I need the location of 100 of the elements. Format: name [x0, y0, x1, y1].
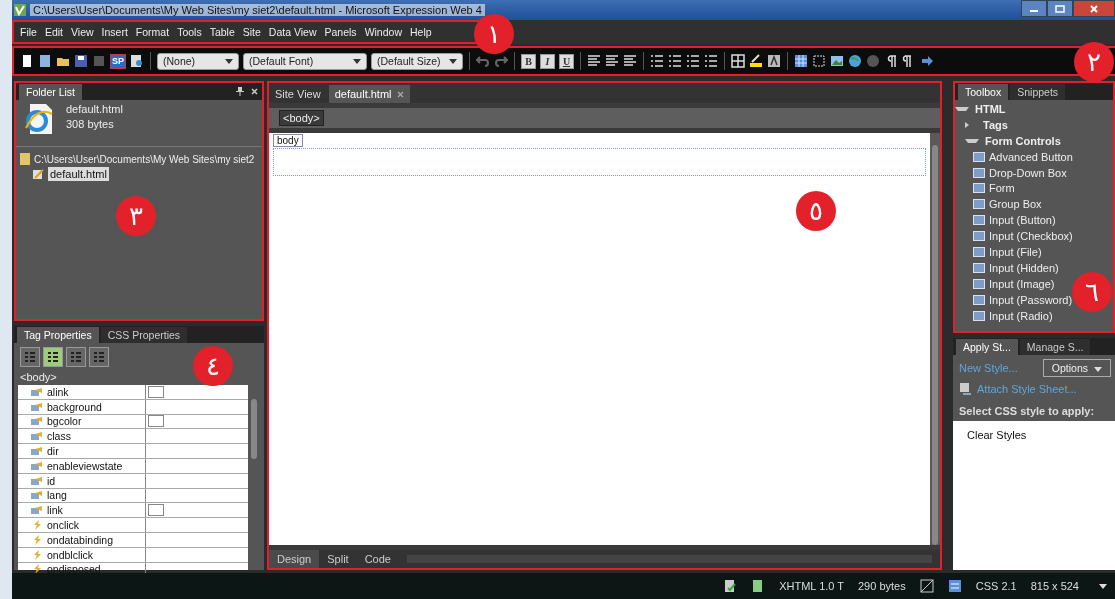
redo-icon[interactable]	[494, 54, 508, 68]
menu-item[interactable]: Insert	[97, 26, 132, 38]
breadcrumb-tag[interactable]: <body>	[279, 110, 324, 126]
font-dropdown[interactable]: (Default Font)	[243, 52, 367, 70]
panel-tab[interactable]: Folder List	[19, 84, 83, 100]
view-tab[interactable]: Design	[269, 550, 320, 568]
property-row[interactable]: lang	[18, 488, 248, 504]
list-icon[interactable]	[650, 54, 664, 68]
menu-item[interactable]: Tools	[173, 26, 206, 38]
property-row[interactable]: class	[18, 429, 248, 445]
tree-item[interactable]: Form Controls	[985, 134, 1061, 147]
expander-icon[interactable]	[955, 106, 969, 111]
menu-item[interactable]: Panels	[320, 26, 361, 38]
page-icon[interactable]	[38, 54, 52, 68]
panel-tab[interactable]: Toolbox	[958, 84, 1009, 100]
menu-item[interactable]: Help	[406, 26, 436, 38]
property-row[interactable]: link	[18, 503, 248, 519]
file-tree-item[interactable]: default.html	[48, 167, 109, 181]
menu-item[interactable]: Site	[238, 26, 265, 38]
style-item[interactable]: Clear Styles	[967, 429, 1027, 441]
toolbox-item[interactable]: Input (Button)	[989, 214, 1056, 227]
panel-tab[interactable]: Snippets	[1010, 84, 1066, 100]
close-button[interactable]	[1073, 0, 1115, 17]
panel-tab[interactable]: Apply St...	[956, 339, 1018, 355]
align-icon[interactable]	[605, 54, 619, 68]
property-row[interactable]: onclick	[18, 518, 248, 533]
menu-item[interactable]: View	[67, 26, 98, 38]
menu-item[interactable]: Data View	[264, 26, 321, 38]
border-icon[interactable]	[731, 54, 745, 68]
new-page-icon[interactable]	[20, 54, 34, 68]
toolbox-item[interactable]: Input (Checkbox)	[989, 230, 1073, 243]
tree-item[interactable]: Tags	[983, 118, 1008, 131]
panel-tab[interactable]: Tag Properties	[17, 327, 99, 343]
property-row[interactable]: ondblclick	[18, 547, 248, 563]
table-icon[interactable]	[794, 54, 808, 68]
document-tab[interactable]: Site View	[269, 85, 327, 103]
view-toggle-button[interactable]	[89, 347, 109, 367]
arrow-icon[interactable]	[920, 54, 934, 68]
document-tab[interactable]: default.html	[328, 85, 410, 103]
property-row[interactable]: enableviewstate	[18, 459, 248, 474]
color-swatch[interactable]	[148, 415, 164, 428]
font-color-icon[interactable]	[767, 54, 781, 68]
toolbox-item[interactable]: Input (Hidden)	[989, 261, 1059, 274]
format-button[interactable]: I	[540, 53, 555, 69]
property-row[interactable]: alink	[18, 385, 248, 400]
close-icon[interactable]	[251, 88, 258, 95]
page-check-icon[interactable]	[723, 579, 738, 593]
property-row[interactable]: id	[18, 473, 248, 489]
list-icon[interactable]	[686, 54, 700, 68]
view-toggle-button[interactable]	[43, 347, 63, 367]
globe-icon[interactable]	[848, 54, 862, 68]
menu-item[interactable]: Format	[131, 26, 174, 38]
tree-item[interactable]: HTML	[975, 102, 1006, 115]
property-row[interactable]: dir	[18, 444, 248, 459]
style-dropdown[interactable]: (None)	[157, 52, 239, 70]
color-swatch[interactable]	[148, 385, 164, 398]
toolbox-item[interactable]: Input (File)	[989, 245, 1042, 258]
toolbox-item[interactable]: Form	[989, 182, 1015, 195]
panel-tab[interactable]: Manage S...	[1019, 339, 1091, 355]
minimize-button[interactable]	[1021, 0, 1047, 17]
toolbox-item[interactable]: Drop-Down Box	[989, 166, 1067, 179]
doctype-label[interactable]: XHTML 1.0 T	[779, 580, 844, 592]
list-icon[interactable]	[704, 54, 718, 68]
scrollbar[interactable]	[930, 133, 940, 545]
sp-button[interactable]: SP	[110, 53, 126, 69]
format-button[interactable]: B	[521, 53, 536, 69]
layout-icon[interactable]	[919, 579, 934, 593]
panel-tab[interactable]: CSS Properties	[100, 327, 188, 343]
toolbox-item[interactable]: Input (Password)	[989, 293, 1073, 306]
caret-icon[interactable]	[1099, 583, 1107, 589]
view-tab[interactable]: Split	[319, 550, 357, 568]
align-icon[interactable]	[587, 54, 601, 68]
toolbox-item[interactable]: Group Box	[989, 198, 1042, 211]
view-toggle-button[interactable]	[66, 347, 86, 367]
property-row[interactable]: ondatabinding	[18, 532, 248, 548]
image-icon[interactable]	[830, 54, 844, 68]
view-tab[interactable]: Code	[356, 550, 399, 568]
preview-icon[interactable]	[130, 54, 144, 68]
view-toggle-button[interactable]	[20, 347, 40, 367]
toolbox-item[interactable]: Input (Radio)	[989, 309, 1053, 322]
toolbox-item[interactable]: Advanced Button	[989, 150, 1073, 163]
form-icon[interactable]	[947, 579, 962, 593]
size-dropdown[interactable]: (Default Size)	[371, 52, 463, 70]
highlight-icon[interactable]	[749, 54, 763, 68]
property-row[interactable]: bgcolor	[18, 414, 248, 430]
undo-icon[interactable]	[476, 54, 490, 68]
color-swatch[interactable]	[148, 504, 164, 517]
save-icon[interactable]	[74, 54, 88, 68]
page-dimensions-label[interactable]: 815 x 524	[1030, 580, 1079, 592]
maximize-button[interactable]	[1047, 0, 1073, 17]
menu-item[interactable]: File	[16, 26, 41, 38]
menu-item[interactable]: Edit	[40, 26, 67, 38]
menu-item[interactable]: Table	[205, 26, 239, 38]
toolbox-item[interactable]: Input (Image)	[989, 277, 1055, 290]
align-icon[interactable]	[623, 54, 637, 68]
menu-item[interactable]: Window	[360, 26, 406, 38]
css-version-label[interactable]: CSS 2.1	[975, 580, 1017, 592]
list-icon[interactable]	[668, 54, 682, 68]
property-row[interactable]: background	[18, 399, 248, 415]
options-button[interactable]: Options	[1042, 359, 1111, 377]
